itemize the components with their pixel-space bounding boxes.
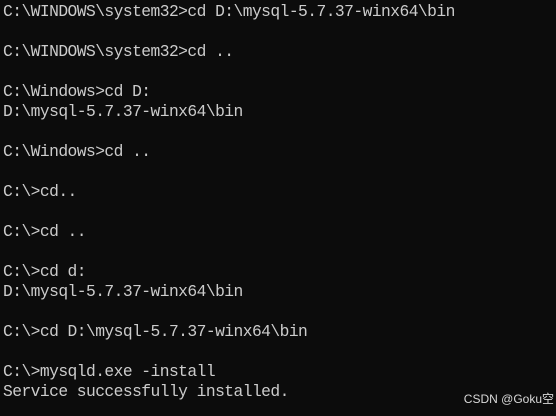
terminal-line: C:\>cd D:\mysql-5.7.37-winx64\bin: [3, 322, 308, 341]
terminal-line: C:\WINDOWS\system32>cd D:\mysql-5.7.37-w…: [3, 2, 455, 21]
csdn-watermark: CSDN @Goku空: [463, 392, 554, 406]
terminal-line: C:\Windows>cd D:: [3, 82, 151, 101]
terminal-line: D:\mysql-5.7.37-winx64\bin: [3, 282, 243, 301]
terminal-line: C:\Windows>cd ..: [3, 142, 151, 161]
terminal-line: C:\>cd ..: [3, 222, 87, 241]
terminal-window[interactable]: C:\WINDOWS\system32>cd D:\mysql-5.7.37-w…: [0, 0, 556, 416]
terminal-line: C:\>cd d:: [3, 262, 87, 281]
terminal-line: C:\WINDOWS\system32>cd ..: [3, 42, 234, 61]
terminal-line: Service successfully installed.: [3, 382, 289, 401]
terminal-line: D:\mysql-5.7.37-winx64\bin: [3, 102, 243, 121]
terminal-line: C:\>mysqld.exe -install: [3, 362, 216, 381]
terminal-line: C:\>cd..: [3, 182, 77, 201]
